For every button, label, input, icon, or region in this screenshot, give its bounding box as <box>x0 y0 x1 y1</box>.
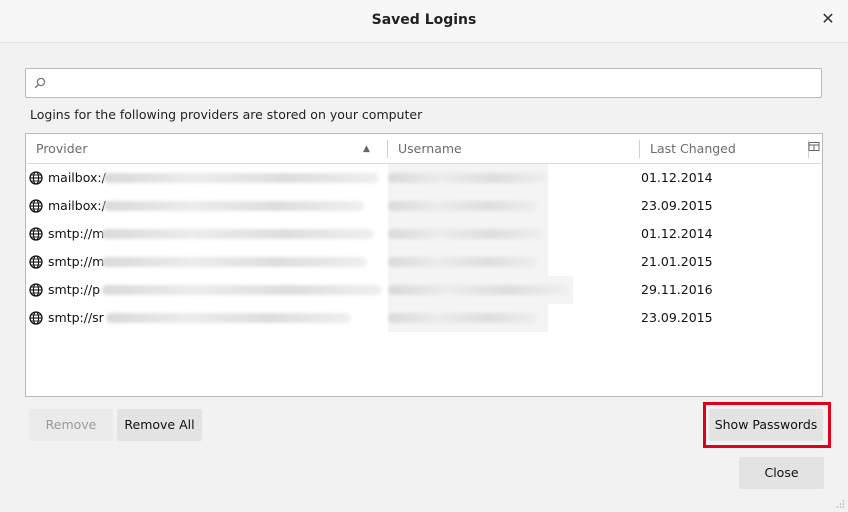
show-passwords-button[interactable]: Show Passwords <box>709 409 823 441</box>
table-row[interactable]: smtp://m 01.12.2014 <box>26 220 822 248</box>
last-changed-cell: 01.12.2014 <box>641 170 713 185</box>
column-separator[interactable] <box>639 140 640 158</box>
last-changed-cell: 23.09.2015 <box>641 198 713 213</box>
globe-icon <box>29 227 43 241</box>
table-header: Provider ▲ Username Last Changed <box>26 134 822 164</box>
redacted-provider <box>104 173 379 183</box>
globe-icon <box>29 255 43 269</box>
provider-cell: mailbox:/ <box>48 198 106 213</box>
column-header-last-changed[interactable]: Last Changed <box>650 134 800 163</box>
sort-ascending-icon: ▲ <box>363 144 370 154</box>
redacted-provider <box>102 229 374 239</box>
column-picker-icon[interactable] <box>808 141 820 153</box>
close-button[interactable]: Close <box>739 457 824 489</box>
column-separator[interactable] <box>387 140 388 158</box>
table-row[interactable]: smtp://p 29.11.2016 <box>26 276 822 304</box>
search-box[interactable] <box>25 68 822 98</box>
redacted-username <box>388 313 538 323</box>
redacted-provider <box>104 201 364 211</box>
provider-cell: smtp://m <box>48 226 105 241</box>
table-row[interactable]: smtp://m 21.01.2015 <box>26 248 822 276</box>
search-icon <box>34 77 46 89</box>
redacted-username <box>388 257 538 267</box>
close-icon[interactable]: ✕ <box>820 11 836 27</box>
remove-all-button[interactable]: Remove All <box>117 409 202 441</box>
provider-cell: smtp://sr <box>48 310 104 325</box>
globe-icon <box>29 199 43 213</box>
provider-cell: smtp://m <box>48 254 105 269</box>
last-changed-cell: 29.11.2016 <box>641 282 713 297</box>
redacted-provider <box>102 285 382 295</box>
globe-icon <box>29 171 43 185</box>
redacted-username <box>388 229 543 239</box>
search-input[interactable] <box>52 72 816 96</box>
provider-cell: smtp://p <box>48 282 101 297</box>
provider-cell: mailbox:/ <box>48 170 106 185</box>
table-row[interactable]: mailbox:/ 23.09.2015 <box>26 192 822 220</box>
redacted-provider <box>102 257 367 267</box>
table-row[interactable]: smtp://sr 23.09.2015 <box>26 304 822 332</box>
resize-grip-icon[interactable] <box>835 499 845 509</box>
table-body: mailbox:/ 01.12.2014 mailbox:/ 23.09.201… <box>26 164 822 332</box>
logins-table: Provider ▲ Username Last Changed mailbox… <box>25 133 823 397</box>
column-header-provider[interactable]: Provider <box>36 134 376 163</box>
globe-icon <box>29 283 43 297</box>
dialog-titlebar: Saved Logins ✕ <box>0 0 848 43</box>
redacted-username <box>388 201 538 211</box>
description-text: Logins for the following providers are s… <box>30 107 423 122</box>
last-changed-cell: 01.12.2014 <box>641 226 713 241</box>
table-row[interactable]: mailbox:/ 01.12.2014 <box>26 164 822 192</box>
column-header-username[interactable]: Username <box>398 134 628 163</box>
remove-button[interactable]: Remove <box>29 409 113 441</box>
globe-icon <box>29 311 43 325</box>
redacted-username <box>388 173 548 183</box>
last-changed-cell: 23.09.2015 <box>641 310 713 325</box>
redacted-username <box>388 285 568 295</box>
dialog-title: Saved Logins <box>371 12 477 28</box>
redacted-provider <box>106 313 351 323</box>
last-changed-cell: 21.01.2015 <box>641 254 713 269</box>
